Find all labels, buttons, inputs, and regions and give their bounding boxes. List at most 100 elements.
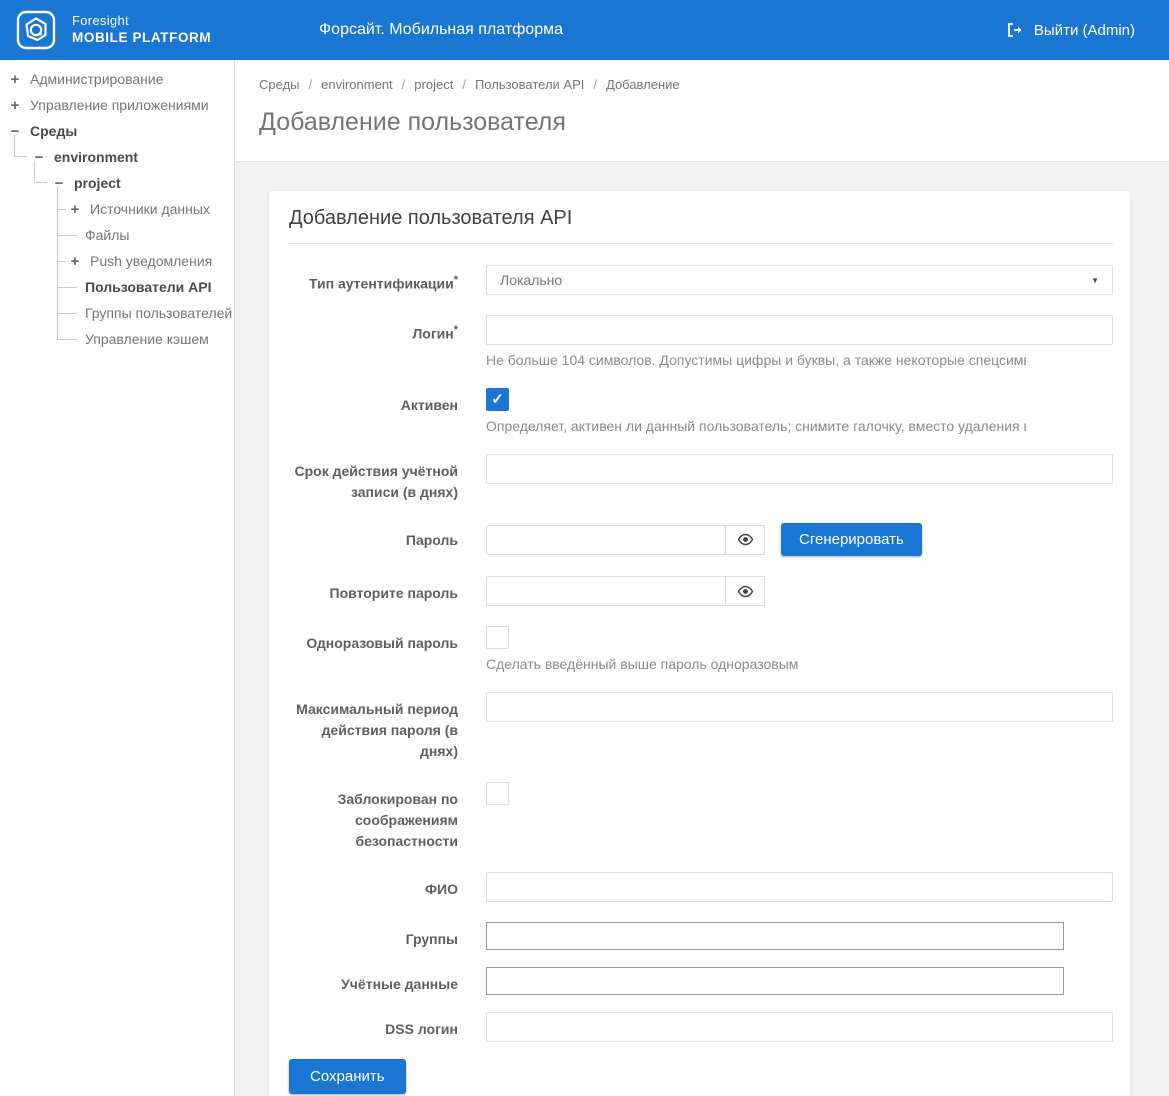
sidebar-item-cache-management[interactable]: Управление кэшем (0, 326, 234, 352)
breadcrumb-environment[interactable]: environment (321, 77, 393, 92)
app-header: Foresight MOBILE PLATFORM Форсайт. Мобил… (0, 0, 1169, 60)
page-head: Среды / environment / project / Пользова… (235, 60, 1169, 162)
password-eye-button[interactable] (726, 525, 765, 555)
required-asterisk: * (454, 274, 458, 286)
plus-icon: + (68, 254, 82, 269)
auth-type-value: Локально (500, 272, 562, 288)
tree-connector (57, 339, 77, 340)
sidebar-item-push-notifications[interactable]: + Push уведомления (0, 248, 234, 274)
one-time-password-label: Одноразовый пароль (289, 626, 458, 672)
brand-name: Foresight (72, 13, 211, 29)
one-time-password-help: Сделать введённый выше пароль одноразовы… (486, 656, 1026, 672)
blocked-checkbox[interactable]: ✓ (486, 782, 509, 805)
sidebar-item-label: environment (54, 149, 138, 165)
blocked-row: Заблокирован по соображениям безопастнос… (289, 782, 1113, 852)
form-title: Добавление пользователя API (289, 207, 1113, 244)
account-expiry-label: Срок действия учётной записи (в днях) (289, 454, 458, 503)
credentials-label: Учётные данные (289, 967, 458, 995)
tree-connector (14, 135, 27, 157)
full-name-row: ФИО (289, 872, 1113, 902)
tree-connector (57, 209, 66, 210)
brand-logo (16, 10, 56, 50)
auth-type-label: Тип аутентификации* (289, 265, 458, 295)
full-name-input[interactable] (486, 872, 1113, 902)
breadcrumb-separator: / (309, 77, 313, 92)
breadcrumb-separator: / (402, 77, 406, 92)
minus-icon: − (52, 176, 66, 191)
eye-icon (737, 583, 754, 600)
credentials-input[interactable] (486, 967, 1064, 995)
tree-connector (57, 261, 66, 262)
plus-icon: + (8, 98, 22, 113)
sidebar-item-api-users[interactable]: Пользователи API (0, 274, 234, 300)
login-help: Не больше 104 символов. Допустимы цифры … (486, 352, 1026, 368)
account-expiry-input[interactable] (486, 454, 1113, 484)
main-content: Среды / environment / project / Пользова… (235, 60, 1169, 1096)
checkmark-icon: ✓ (491, 392, 504, 407)
active-label: Активен (289, 388, 458, 434)
logout-button[interactable]: Выйти (Admin) (1006, 21, 1153, 39)
sidebar-item-app-management[interactable]: + Управление приложениями (0, 92, 234, 118)
login-input[interactable] (486, 315, 1113, 345)
sidebar-item-label: Файлы (85, 227, 129, 243)
sidebar-item-label: Группы пользователей (85, 305, 232, 321)
breadcrumb-api-users[interactable]: Пользователи API (475, 77, 584, 92)
breadcrumb-project[interactable]: project (414, 77, 453, 92)
logout-label: Выйти (Admin) (1034, 22, 1135, 39)
sidebar: + Администрирование + Управление приложе… (0, 60, 235, 1096)
sidebar-item-label: Администрирование (30, 71, 164, 87)
dss-login-row: DSS логин (289, 1012, 1113, 1042)
tree-connector (57, 235, 77, 236)
tree-connector (57, 313, 77, 314)
breadcrumb: Среды / environment / project / Пользова… (259, 77, 1145, 92)
breadcrumb-environments[interactable]: Среды (259, 77, 300, 92)
one-time-password-checkbox[interactable]: ✓ (486, 626, 509, 649)
plus-icon: + (8, 72, 22, 87)
sidebar-item-files[interactable]: Файлы (0, 222, 234, 248)
groups-input[interactable] (486, 922, 1064, 950)
sidebar-item-project[interactable]: − project (0, 170, 234, 196)
plus-icon: + (68, 202, 82, 217)
logout-icon (1006, 21, 1024, 39)
breadcrumb-separator: / (593, 77, 597, 92)
dss-login-input[interactable] (486, 1012, 1113, 1042)
password-max-period-input[interactable] (486, 692, 1113, 722)
save-button[interactable]: Сохранить (289, 1059, 406, 1094)
sidebar-item-label: Управление приложениями (30, 97, 209, 113)
password-repeat-input[interactable] (486, 576, 726, 606)
account-expiry-row: Срок действия учётной записи (в днях) (289, 454, 1113, 503)
sidebar-item-label: Источники данных (90, 201, 210, 217)
add-user-form-card: Добавление пользователя API Тип аутентиф… (269, 191, 1130, 1096)
generate-password-button[interactable]: Сгенерировать (781, 523, 922, 556)
login-row: Логин* Не больше 104 символов. Допустимы… (289, 315, 1113, 368)
blocked-label: Заблокирован по соображениям безопастнос… (289, 782, 458, 852)
active-checkbox[interactable]: ✓ (486, 388, 509, 411)
sidebar-item-label: Push уведомления (90, 253, 212, 269)
password-input[interactable] (486, 525, 726, 555)
sidebar-item-user-groups[interactable]: Группы пользователей (0, 300, 234, 326)
sidebar-item-label: project (74, 175, 121, 191)
eye-icon (737, 531, 754, 548)
sidebar-item-label: Управление кэшем (85, 331, 209, 347)
password-repeat-label: Повторите пароль (289, 576, 458, 606)
password-max-period-row: Максимальный период действия пароля (в д… (289, 692, 1113, 762)
password-repeat-eye-button[interactable] (726, 576, 765, 606)
full-name-label: ФИО (289, 872, 458, 902)
sidebar-item-administration[interactable]: + Администрирование (0, 66, 234, 92)
password-repeat-row: Повторите пароль (289, 576, 1113, 606)
sidebar-item-environments[interactable]: − Среды (0, 118, 234, 144)
login-label: Логин* (289, 315, 458, 368)
tree-connector (57, 287, 77, 288)
auth-type-row: Тип аутентификации* Локально ▼ (289, 265, 1113, 295)
active-row: Активен ✓ Определяет, активен ли данный … (289, 388, 1113, 434)
sidebar-item-data-sources[interactable]: + Источники данных (0, 196, 234, 222)
password-max-period-label: Максимальный период действия пароля (в д… (289, 692, 458, 762)
password-label: Пароль (289, 523, 458, 556)
brand: Foresight MOBILE PLATFORM (16, 10, 211, 50)
breadcrumb-separator: / (462, 77, 466, 92)
tree-connector (34, 161, 47, 183)
auth-type-select[interactable]: Локально ▼ (486, 265, 1113, 295)
password-row: Пароль Сгенерировать (289, 523, 1113, 556)
groups-row: Группы (289, 922, 1113, 950)
breadcrumb-add: Добавление (606, 77, 680, 92)
